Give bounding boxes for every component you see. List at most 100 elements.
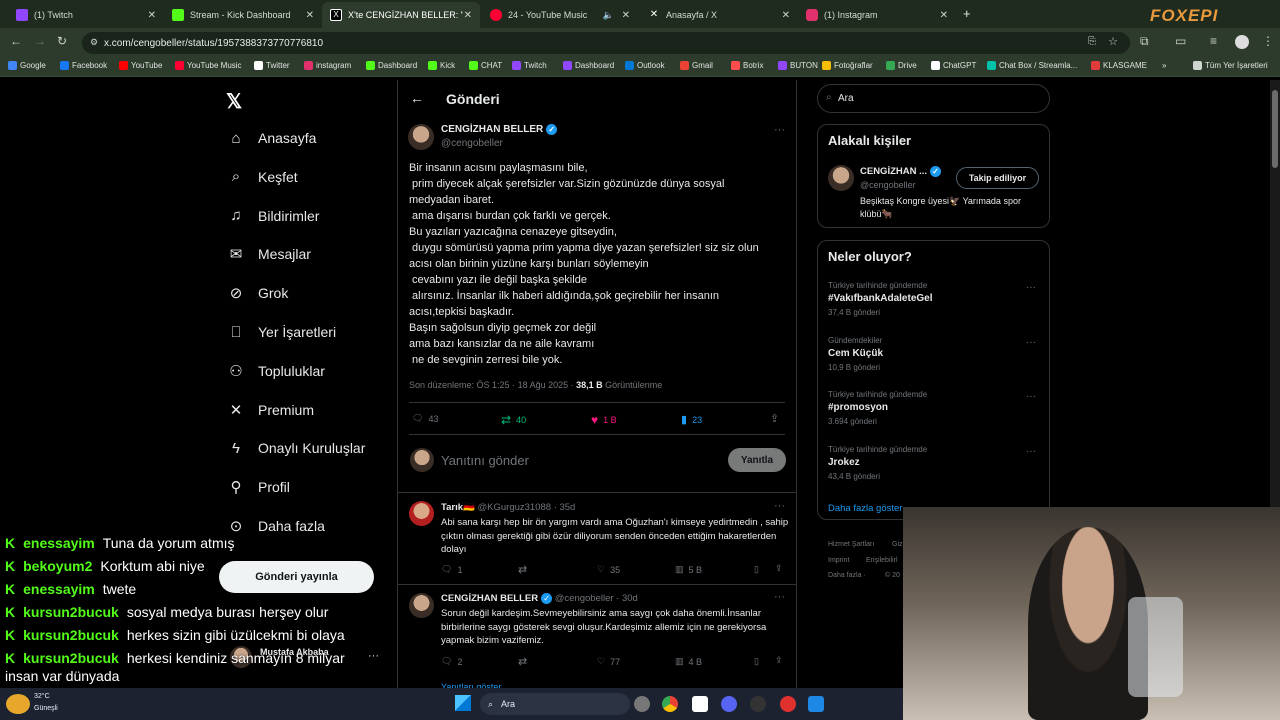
- close-icon[interactable]: ✕: [306, 10, 314, 21]
- address-bar[interactable]: ⚙ x.com/cengobeller/status/1957388373770…: [82, 32, 1130, 54]
- tab-youtube-music[interactable]: 24 - YouTube Music 🔈 ✕: [482, 2, 638, 28]
- tab-kick-dashboard[interactable]: Stream - Kick Dashboard ✕: [164, 2, 322, 28]
- trend-more-icon[interactable]: ···: [1026, 391, 1036, 402]
- x-logo-icon[interactable]: 𝕏: [226, 89, 242, 114]
- nav-item-6[interactable]: ⚇ Topluluklar: [226, 356, 325, 386]
- all-bookmarks[interactable]: Tüm Yer İşaretleri: [1193, 61, 1268, 70]
- repost-action[interactable]: ⇄: [518, 563, 527, 576]
- profile-avatar[interactable]: [1235, 35, 1249, 49]
- chrome-icon[interactable]: [662, 696, 678, 712]
- bookmark-item[interactable]: Chat Box / Streamla...: [987, 61, 1077, 70]
- bookmark-item[interactable]: Dashboard: [563, 61, 614, 70]
- author-handle[interactable]: @cengobeller: [441, 138, 503, 149]
- nav-item-0[interactable]: ⌂ Anasayfa: [226, 123, 316, 153]
- bookmark-action[interactable]: ▮ 23: [681, 413, 702, 426]
- show-more-link[interactable]: Daha fazla göster: [828, 503, 902, 514]
- nav-item-5[interactable]: ⎕ Yer İşaretleri: [226, 317, 336, 347]
- close-icon[interactable]: ✕: [622, 10, 630, 21]
- app-icon[interactable]: [750, 696, 766, 712]
- reload-icon[interactable]: ↻: [57, 34, 67, 48]
- nav-item-1[interactable]: ⌕ Keşfet: [226, 162, 298, 192]
- weather-icon[interactable]: [6, 694, 30, 714]
- scrollbar-thumb[interactable]: [1272, 90, 1278, 168]
- nav-item-4[interactable]: ⊘ Grok: [226, 278, 289, 308]
- more-options-icon[interactable]: ···: [774, 500, 785, 512]
- bookmark-item[interactable]: Drive: [886, 61, 917, 70]
- bookmark-icon[interactable]: ▯: [754, 656, 759, 667]
- nav-item-3[interactable]: ✉ Mesajlar: [226, 239, 311, 269]
- more-options-icon[interactable]: ···: [774, 124, 785, 136]
- bookmark-item[interactable]: KLASGAME: [1091, 61, 1147, 70]
- windows-start-icon[interactable]: [455, 695, 471, 711]
- reply-button[interactable]: Yanıtla: [728, 448, 786, 472]
- reply-action[interactable]: 🗨 1: [441, 564, 462, 575]
- nav-item-10[interactable]: ⊙ Daha fazla: [226, 511, 325, 541]
- repost-action[interactable]: ⇄: [518, 655, 527, 668]
- trend-name[interactable]: Cem Küçük: [828, 348, 883, 359]
- reply-action[interactable]: 🗨 43: [412, 413, 438, 424]
- tab-instagram[interactable]: (1) Instagram ✕: [798, 2, 956, 28]
- discord-icon[interactable]: [721, 696, 737, 712]
- nav-item-7[interactable]: ✕ Premium: [226, 395, 314, 425]
- share-icon[interactable]: ⇪: [770, 412, 779, 425]
- trend-more-icon[interactable]: ···: [1026, 446, 1036, 457]
- taskbar-search[interactable]: ⌕ Ara: [480, 693, 630, 715]
- nav-item-2[interactable]: ♫ Bildirimler: [226, 201, 319, 231]
- footer-link[interactable]: Daha fazla ·: [828, 572, 866, 579]
- bookmark-item[interactable]: Twitch: [512, 61, 547, 70]
- bookmark-item[interactable]: YouTube: [119, 61, 162, 70]
- forward-icon[interactable]: →: [34, 34, 46, 48]
- install-icon[interactable]: ⎘: [1088, 36, 1096, 47]
- footer-link[interactable]: Hizmet Şartları: [828, 541, 874, 548]
- bookmark-item[interactable]: Fotoğraflar: [822, 61, 873, 70]
- tab-twitch[interactable]: (1) Twitch ✕: [8, 2, 164, 28]
- bookmark-item[interactable]: ChatGPT: [931, 61, 976, 70]
- views-action[interactable]: ▥ 5 B: [675, 564, 702, 575]
- bookmark-item[interactable]: Google: [8, 61, 46, 70]
- bookmark-item[interactable]: instagram: [304, 61, 351, 70]
- like-action[interactable]: ♡ 35: [597, 564, 620, 575]
- tab-x-post[interactable]: X X'te CENGİZHAN BELLER: "Bir i... ✕: [322, 2, 480, 28]
- star-icon[interactable]: ☆: [1108, 35, 1118, 48]
- close-icon[interactable]: ✕: [148, 10, 156, 21]
- following-button[interactable]: Takip ediliyor: [956, 167, 1039, 189]
- bookmark-item[interactable]: Facebook: [60, 61, 107, 70]
- trend-more-icon[interactable]: ···: [1026, 337, 1036, 348]
- bookmark-item[interactable]: Gmail: [680, 61, 713, 70]
- app-icon[interactable]: [634, 696, 650, 712]
- views-action[interactable]: ▥ 4 B: [675, 656, 702, 667]
- share-icon[interactable]: ⇪: [775, 655, 783, 666]
- media-icon[interactable]: ≡: [1210, 34, 1217, 48]
- trend-name[interactable]: Jrokez: [828, 457, 860, 468]
- speaker-icon[interactable]: 🔈: [603, 10, 614, 21]
- bookmark-item[interactable]: BUTON: [778, 61, 818, 70]
- reply-action[interactable]: 🗨 2: [441, 656, 462, 667]
- footer-link[interactable]: Erişilebilirl: [866, 557, 898, 564]
- post-button[interactable]: Gönderi yayınla: [219, 561, 374, 593]
- nav-item-8[interactable]: ϟ Onaylı Kuruluşlar: [226, 433, 365, 463]
- app-icon[interactable]: [692, 696, 708, 712]
- new-tab-button[interactable]: +: [963, 6, 971, 21]
- share-icon[interactable]: ⇪: [775, 563, 783, 574]
- related-avatar[interactable]: [828, 165, 854, 191]
- bookmark-item[interactable]: CHAT: [469, 61, 502, 70]
- reply-avatar[interactable]: [409, 593, 434, 618]
- nav-item-9[interactable]: ⚲ Profil: [226, 472, 290, 502]
- more-options-icon[interactable]: ···: [774, 591, 785, 603]
- account-more-icon[interactable]: ···: [368, 650, 379, 662]
- author-avatar[interactable]: [408, 124, 434, 150]
- app-icon[interactable]: [808, 696, 824, 712]
- trend-name[interactable]: #promosyon: [828, 402, 888, 413]
- menu-icon[interactable]: ⋮: [1262, 34, 1274, 48]
- bookmark-item[interactable]: Twitter: [254, 61, 290, 70]
- footer-link[interactable]: Imprint: [828, 557, 849, 564]
- bookmark-item[interactable]: Dashboard: [366, 61, 417, 70]
- site-info-icon[interactable]: ⚙: [90, 37, 98, 48]
- back-icon[interactable]: ←: [10, 34, 22, 48]
- trend-more-icon[interactable]: ···: [1026, 282, 1036, 293]
- bookmark-item[interactable]: Outlook: [625, 61, 665, 70]
- related-name[interactable]: CENGİZHAN ... ✓: [860, 166, 942, 177]
- trend-name[interactable]: #VakıfbankAdaleteGel: [828, 293, 933, 304]
- tab-x-home[interactable]: ✕ Anasayfa / X ✕: [640, 2, 798, 28]
- bookmark-item[interactable]: YouTube Music: [175, 61, 242, 70]
